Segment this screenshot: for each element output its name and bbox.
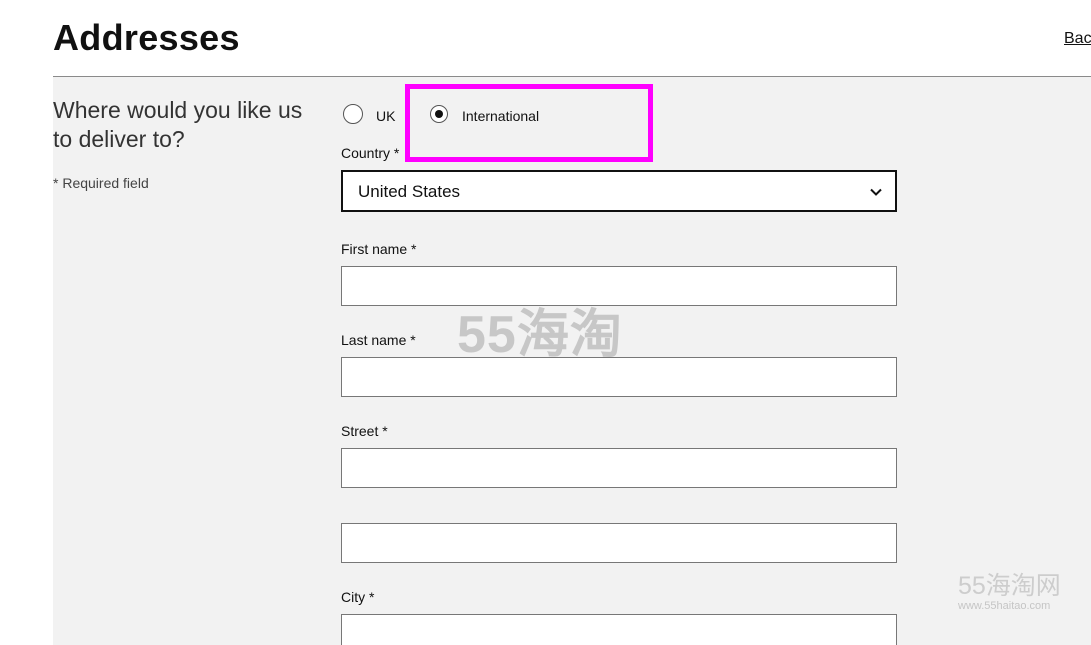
uk-radio-label[interactable]: UK	[376, 108, 395, 124]
required-field-note: * Required field	[53, 175, 149, 191]
last-name-input[interactable]	[341, 357, 897, 397]
last-name-label: Last name *	[341, 332, 416, 348]
street-input[interactable]	[341, 448, 897, 488]
street-label: Street *	[341, 423, 388, 439]
chevron-down-icon	[870, 188, 882, 196]
back-link[interactable]: Bac	[1064, 30, 1091, 48]
uk-radio[interactable]	[343, 104, 363, 124]
first-name-label: First name *	[341, 241, 417, 257]
delivery-question-heading: Where would you like us to deliver to?	[53, 97, 303, 152]
city-input[interactable]	[341, 614, 897, 645]
international-radio[interactable]	[430, 105, 448, 123]
country-select[interactable]: United States	[341, 170, 897, 212]
addresses-page: Addresses Bac Where would you like us to…	[0, 0, 1091, 645]
country-selected-value: United States	[358, 182, 461, 201]
city-label: City *	[341, 589, 375, 605]
page-title: Addresses	[53, 17, 240, 58]
first-name-input[interactable]	[341, 266, 897, 306]
international-radio-label[interactable]: International	[462, 108, 539, 124]
street-line2-input[interactable]	[341, 523, 897, 563]
country-label: Country *	[341, 145, 400, 161]
